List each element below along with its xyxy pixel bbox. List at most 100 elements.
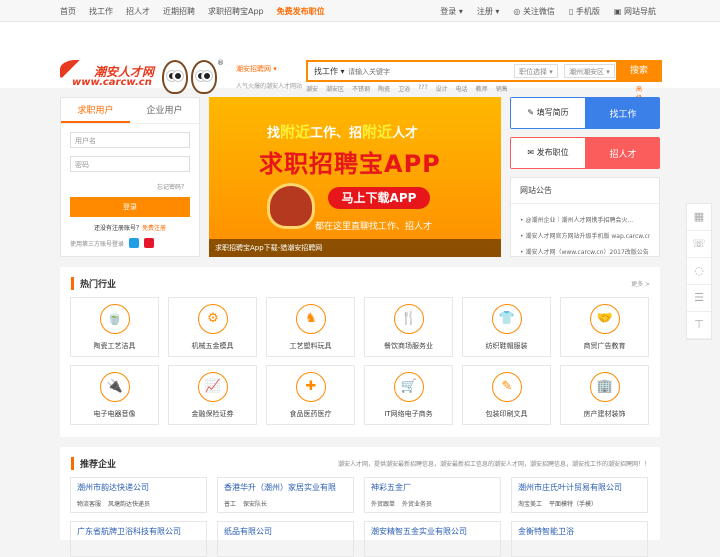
area-select[interactable]: 潮州潮安区 ▾ [564,64,615,78]
hotword[interactable]: 不锈钢 [352,84,370,93]
nav-recent[interactable]: 近期招聘 [163,6,195,17]
company-name[interactable]: 潮州市韵达快递公司 [77,482,200,493]
industry-item[interactable]: 🏢 房产建材装饰 [560,365,649,425]
job-link[interactable]: 淘宝美工 [518,499,542,508]
industry-item[interactable]: 🤝 商贸广告教育 [560,297,649,357]
site-label: 潮安招聘网 [236,65,271,73]
more-link[interactable]: 更多 > [631,279,650,288]
hotword[interactable]: 潮安区 [326,84,344,93]
industry-item[interactable]: 📈 金融保险证券 [168,365,257,425]
industry-item[interactable]: ♞ 工艺塑料玩具 [266,297,355,357]
job-link[interactable]: 平面模特（手模） [549,499,597,508]
weibo-icon[interactable] [144,238,155,248]
site-select[interactable]: 潮安招聘网 ▾ [236,64,292,78]
announcement-item[interactable]: • @潮州企业｜潮州人才网携手招聘会火... [520,215,650,224]
post-job-label: 发布职位 [536,148,569,157]
area-select-label: 潮州潮安区 [569,68,604,76]
industry-item[interactable]: 🛒 IT网络电子商务 [364,365,453,425]
wechat-link[interactable]: ◎ 关注微信 [513,6,555,17]
company-name[interactable]: 神彩五金厂 [371,482,494,493]
company-card: 潮州市庄氏叶计贸易有限公司 淘宝美工 平面模特（手模） [511,477,648,513]
tab-jobseeker[interactable]: 求职用户 [61,98,130,123]
app-banner[interactable]: 找附近工作、招附近人才 求职招聘宝APP 马上下载APP 都在这里直聊找工作、招… [209,97,501,257]
company-name[interactable]: 香港华升（潮州）家居实业有限 [224,482,347,493]
register-prompt: 还没有注册账号？ [93,225,142,232]
job-link[interactable]: 外贸跟单 [371,499,395,508]
company-name[interactable]: 纸品有限公司 [224,526,347,537]
section-title: 热门行业 [71,277,116,290]
chat-icon[interactable]: ◌ [687,258,711,285]
phone-icon[interactable]: ☏ [687,231,711,258]
banner-caption: 求职招聘宝App下载-猎潮安招聘网 [209,239,501,257]
company-name[interactable]: 潮州市庄氏叶计贸易有限公司 [518,482,641,493]
announcement-item[interactable]: • 潮安人才网官方网站升级手机版 wap.carcw.cn [520,231,650,240]
section-desc: 潮安人才网，提供潮安最新招聘信息，潮安最新招工信息的潮安人才网，潮安招聘信息，潮… [337,461,650,468]
industry-item[interactable]: ⚙ 机械五金模具 [168,297,257,357]
nav-app[interactable]: 求职招聘宝App [208,6,264,17]
announcements-panel: 网站公告 • @潮州企业｜潮州人才网携手招聘会火... • 潮安人才网官方网站升… [510,177,660,257]
write-resume-card[interactable]: ✎ 填写简历 找工作 [510,97,660,129]
job-link[interactable]: 风塘韵达快递员 [108,499,150,508]
hotword[interactable]: 电话 [456,84,468,93]
qrcode-icon[interactable]: ▦ [687,204,711,231]
industry-item[interactable]: 👕 纺织鞋帽服装 [462,297,551,357]
search-input[interactable] [348,65,498,79]
industry-label: 商贸广告教育 [583,342,626,350]
login-button[interactable]: 登录 [70,197,190,217]
nav-hire[interactable]: 招人才 [126,6,150,17]
industry-label: IT网络电子商务 [384,410,433,418]
industry-label: 食品医药医疗 [289,410,332,418]
mobile-icon: ▯ [568,6,576,16]
qq-icon[interactable] [129,238,140,248]
company-card: 神彩五金厂外贸跟单 外贸业务员 [364,477,501,513]
hotword[interactable]: ??? [418,84,428,93]
search-type-select[interactable]: 找工作 ▾ [314,66,345,77]
hotword[interactable]: 潮安 [306,84,318,93]
hotword[interactable]: 卫浴 [398,84,410,93]
hotword[interactable]: 教师 [476,84,488,93]
industry-item[interactable]: 🍴 餐饮商场服务业 [364,297,453,357]
job-link[interactable]: 普工 [224,499,236,508]
industry-item[interactable]: ✎ 包装印刷文具 [462,365,551,425]
industry-label: 餐饮商场服务业 [384,342,433,350]
forgot-password-link[interactable]: 忘记密码？ [61,182,187,191]
teapot-icon: 🍵 [100,304,130,334]
hotword[interactable]: 销售 [496,84,508,93]
company-name[interactable]: 广东省航牌卫浴科技有限公司 [77,526,200,537]
tab-employer[interactable]: 企业用户 [130,98,199,123]
job-select[interactable]: 职位选择 ▾ [514,64,558,78]
job-link[interactable]: 物流客服 [77,499,101,508]
mobile-link[interactable]: ▯ 手机版 [569,6,600,17]
job-link[interactable]: 保安队长 [243,499,267,508]
register-link[interactable]: 注册 ▾ [477,6,500,17]
nav-home[interactable]: 首页 [60,6,76,17]
industry-item[interactable]: 🍵 陶瓷工艺洁具 [70,297,159,357]
nav-find-job[interactable]: 找工作 [89,6,113,17]
eagle-mascot-icon [267,183,315,229]
hotword[interactable]: 设计 [436,84,448,93]
sitemap-link[interactable]: ▣ 网站导航 [614,6,656,17]
industry-item[interactable]: ✚ 食品医药医疗 [266,365,355,425]
floating-toolbar: ▦ ☏ ◌ ☰ ⊤ [686,203,712,340]
company-card: 潮州市韵达快递公司 物流客服 风塘韵达快递员 [70,477,207,513]
download-app-button[interactable]: 马上下载APP [328,187,430,209]
free-register-link[interactable]: 免费注册 [142,225,166,232]
hotword[interactable]: 陶瓷 [378,84,390,93]
company-name[interactable]: 金衡特智能卫浴 [518,526,641,537]
top-bar: 首页 找工作 招人才 近期招聘 求职招聘宝App 免费发布职位 登录 ▾ 注册 … [0,0,720,22]
announcement-item[interactable]: • 潮安人才网（www.carcw.cn）2017改版公告 [520,247,650,256]
job-link[interactable]: 外贸业务员 [402,499,432,508]
nav-post-job[interactable]: 免费发布职位 [277,6,325,17]
feedback-icon[interactable]: ☰ [687,285,711,312]
back-to-top-icon[interactable]: ⊤ [687,312,711,339]
password-field[interactable]: 密码 [70,156,190,172]
post-job-card[interactable]: ✉ 发布职位 招人才 [510,137,660,169]
login-link[interactable]: 登录 ▾ [440,6,463,17]
username-field[interactable]: 用户名 [70,132,190,148]
search-button[interactable]: 搜索 [616,60,662,82]
company-name[interactable]: 潮安精智五金实业有限公司 [371,526,494,537]
industry-item[interactable]: 🔌 电子电器音像 [70,365,159,425]
resume-icon: ✎ [527,108,537,117]
company-card: 金衡特智能卫浴 [511,521,648,557]
industry-label: 纺织鞋帽服装 [485,342,528,350]
